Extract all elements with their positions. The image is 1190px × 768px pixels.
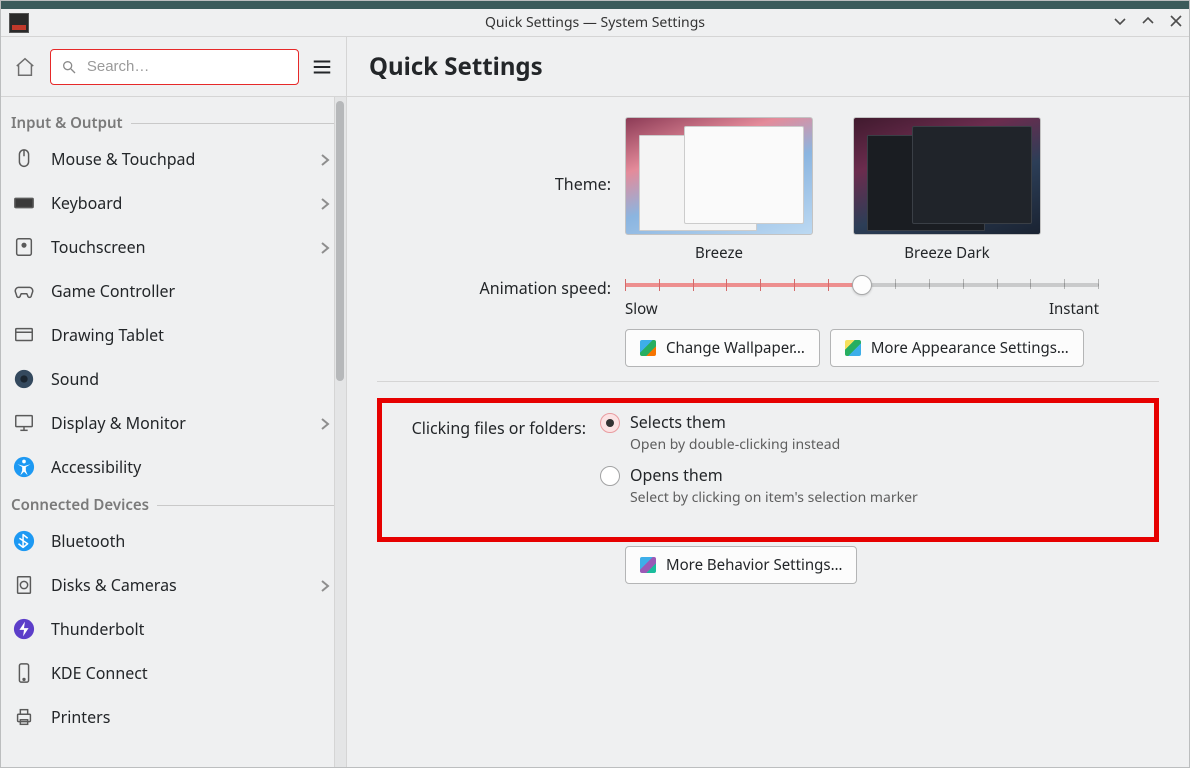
bluetooth-icon — [11, 528, 37, 554]
theme-preview — [853, 117, 1041, 235]
sidebar-item-keyboard[interactable]: Keyboard — [1, 181, 346, 225]
disk-icon — [11, 572, 37, 598]
click-option-1[interactable]: Opens them Select by clicking on item's … — [600, 464, 1154, 507]
sidebar-item-mouse-touchpad[interactable]: Mouse & Touchpad — [1, 137, 346, 181]
sidebar-item-label: Accessibility — [51, 456, 332, 478]
slider-max-label: Instant — [1049, 299, 1099, 319]
content-header: Quick Settings — [347, 37, 1189, 97]
monitor-icon — [11, 410, 37, 436]
radio-icon — [600, 413, 620, 433]
wallpaper-icon — [640, 340, 656, 356]
search-field[interactable] — [50, 49, 299, 85]
sidebar-item-thunderbolt[interactable]: Thunderbolt — [1, 607, 346, 651]
sidebar-item-disks-cameras[interactable]: Disks & Cameras — [1, 563, 346, 607]
accessibility-icon — [11, 454, 37, 480]
radio-sublabel: Select by clicking on item's selection m… — [630, 488, 918, 507]
search-row — [1, 37, 346, 97]
sidebar-item-label: Drawing Tablet — [51, 324, 332, 346]
window-top-decoration — [1, 1, 1189, 9]
sidebar-item-touchscreen[interactable]: Touchscreen — [1, 225, 346, 269]
settings-window: Quick Settings — System Settings — [0, 0, 1190, 768]
chevron-right-icon — [318, 152, 332, 166]
sidebar-item-printers[interactable]: Printers — [1, 695, 346, 739]
sidebar-item-display-monitor[interactable]: Display & Monitor — [1, 401, 346, 445]
search-icon — [61, 59, 77, 75]
more-appearance-button[interactable]: More Appearance Settings… — [830, 329, 1084, 367]
phone-icon — [11, 660, 37, 686]
gamepad-icon — [11, 278, 37, 304]
theme-preview — [625, 117, 813, 235]
sidebar-item-sound[interactable]: Sound — [1, 357, 346, 401]
slider-min-label: Slow — [625, 299, 658, 319]
sidebar-item-label: Bluetooth — [51, 530, 332, 552]
sidebar-nav: Input & Output Mouse & Touchpad Keyboard… — [1, 97, 346, 767]
search-input[interactable] — [85, 57, 288, 76]
separator — [377, 381, 1159, 382]
sidebar-item-label: Disks & Cameras — [51, 574, 304, 596]
change-wallpaper-button[interactable]: Change Wallpaper… — [625, 329, 820, 367]
sidebar-item-label: Mouse & Touchpad — [51, 148, 304, 170]
sidebar-item-label: Keyboard — [51, 192, 304, 214]
hamburger-menu-button[interactable] — [309, 51, 336, 83]
click-option-0[interactable]: Selects them Open by double-clicking ins… — [600, 411, 1154, 454]
sidebar-section-header: Connected Devices — [1, 489, 346, 519]
chevron-right-icon — [318, 240, 332, 254]
radio-sublabel: Open by double-clicking instead — [630, 435, 840, 454]
theme-name: Breeze — [695, 243, 743, 263]
sidebar-item-drawing-tablet[interactable]: Drawing Tablet — [1, 313, 346, 357]
left-column: Input & Output Mouse & Touchpad Keyboard… — [1, 37, 347, 767]
chevron-right-icon — [318, 196, 332, 210]
thunderbolt-icon — [11, 616, 37, 642]
radio-icon — [600, 466, 620, 486]
behavior-icon — [640, 557, 656, 573]
window-controls — [1113, 9, 1183, 36]
sidebar-item-label: Sound — [51, 368, 332, 390]
theme-name: Breeze Dark — [904, 243, 989, 263]
animation-speed-label: Animation speed: — [377, 271, 625, 299]
radio-label: Selects them — [630, 411, 840, 433]
appearance-icon — [845, 340, 861, 356]
clicking-label: Clicking files or folders: — [382, 411, 600, 439]
sidebar-item-label: KDE Connect — [51, 662, 332, 684]
maximize-button[interactable] — [1141, 13, 1155, 33]
sidebar-scrollbar-thumb[interactable] — [336, 101, 344, 381]
touchscreen-icon — [11, 234, 37, 260]
sidebar-scrollbar-track[interactable] — [334, 97, 346, 767]
sidebar-item-label: Thunderbolt — [51, 618, 332, 640]
home-button[interactable] — [11, 50, 40, 84]
window-title: Quick Settings — System Settings — [485, 13, 705, 32]
theme-option-light[interactable]: Breeze — [625, 117, 813, 263]
sound-icon — [11, 366, 37, 392]
animation-speed-slider[interactable] — [625, 275, 1099, 293]
sidebar-item-label: Printers — [51, 706, 332, 728]
close-button[interactable] — [1169, 13, 1183, 33]
app-icon — [9, 13, 29, 33]
minimize-button[interactable] — [1113, 13, 1127, 33]
chevron-right-icon — [318, 416, 332, 430]
theme-option-dark[interactable]: Breeze Dark — [853, 117, 1041, 263]
page-title: Quick Settings — [369, 50, 543, 83]
click-behavior-highlight: Clicking files or folders: Selects them … — [377, 398, 1159, 542]
more-behavior-button[interactable]: More Behavior Settings… — [625, 546, 857, 584]
titlebar: Quick Settings — System Settings — [1, 9, 1189, 37]
tablet-icon — [11, 322, 37, 348]
sidebar-item-label: Touchscreen — [51, 236, 304, 258]
radio-label: Opens them — [630, 464, 918, 486]
sidebar-item-accessibility[interactable]: Accessibility — [1, 445, 346, 489]
sidebar-section-header: Input & Output — [1, 107, 346, 137]
mouse-icon — [11, 146, 37, 172]
sidebar-item-kde-connect[interactable]: KDE Connect — [1, 651, 346, 695]
keyboard-icon — [11, 190, 37, 216]
sidebar-item-label: Display & Monitor — [51, 412, 304, 434]
sidebar-item-label: Game Controller — [51, 280, 332, 302]
sidebar-item-bluetooth[interactable]: Bluetooth — [1, 519, 346, 563]
printer-icon — [11, 704, 37, 730]
content-area: Quick Settings Theme: Breeze Breeze Dark… — [347, 37, 1189, 767]
sidebar-item-game-controller[interactable]: Game Controller — [1, 269, 346, 313]
chevron-right-icon — [318, 578, 332, 592]
slider-handle[interactable] — [852, 275, 872, 295]
theme-label: Theme: — [377, 117, 625, 195]
